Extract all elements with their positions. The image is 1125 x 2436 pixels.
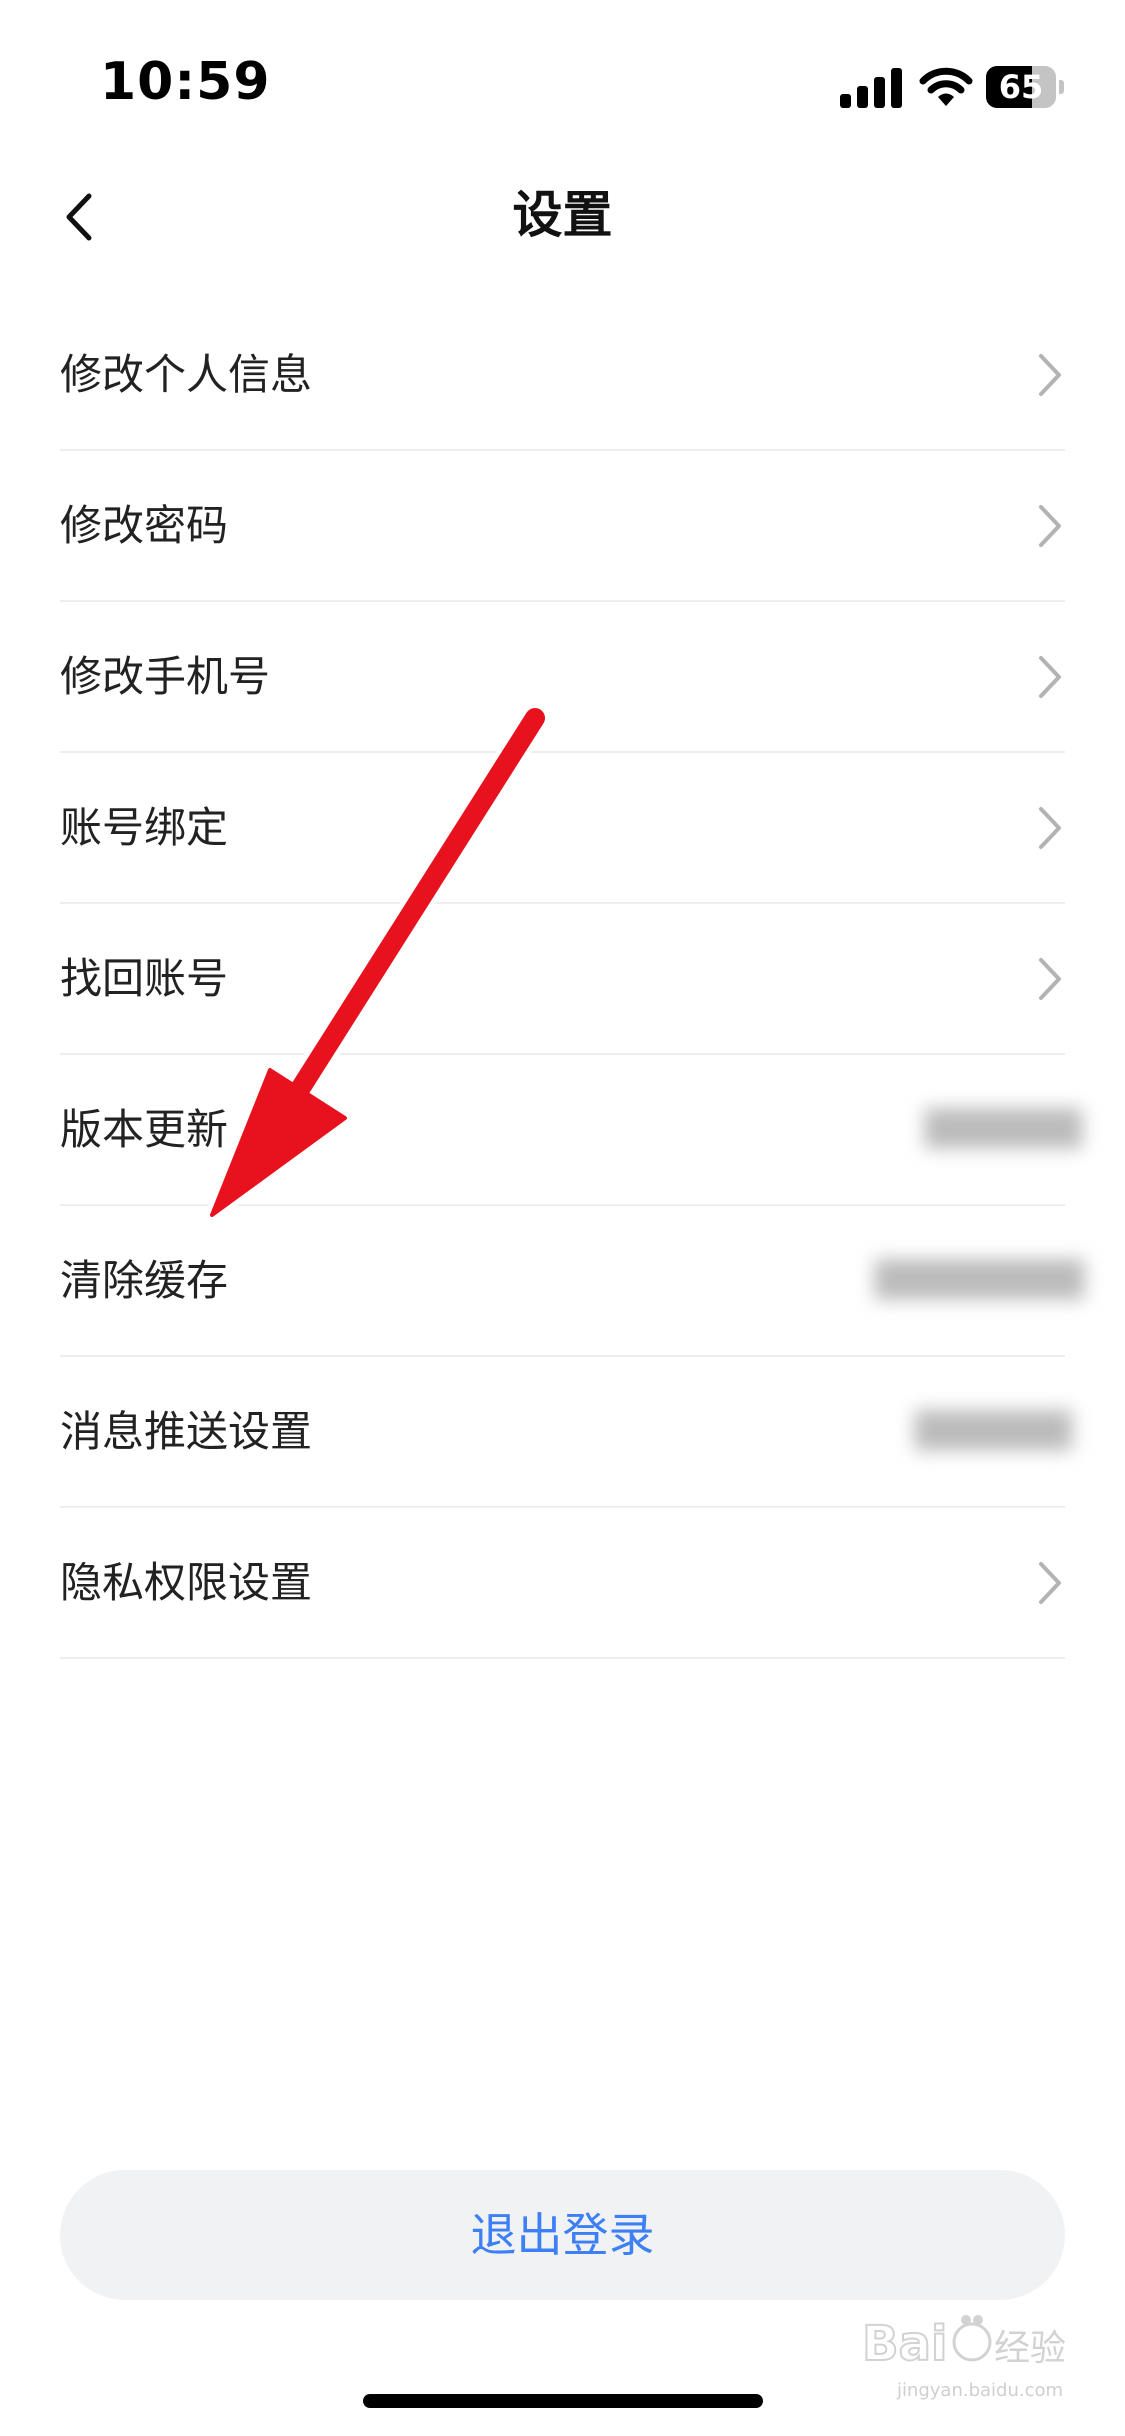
logout-button[interactable]: 退出登录 xyxy=(60,2170,1065,2300)
svg-text:Bai: Bai xyxy=(862,2316,947,2372)
chevron-right-icon xyxy=(1039,354,1061,396)
watermark-caption: jingyan.baidu.com xyxy=(896,2380,1064,2401)
settings-item-recover-account[interactable]: 找回账号 xyxy=(60,904,1065,1055)
settings-item-label: 消息推送设置 xyxy=(60,1407,313,1456)
settings-item-label: 修改手机号 xyxy=(60,652,271,701)
baidu-logo-icon: Bai 经验 xyxy=(861,2315,1066,2373)
settings-item-change-password[interactable]: 修改密码 xyxy=(60,451,1065,602)
status-bar: 10:59 65 xyxy=(0,0,1125,150)
blurred-value: ████████ xyxy=(875,1260,1085,1300)
settings-item-label: 修改个人信息 xyxy=(60,350,313,399)
settings-item-label: 找回账号 xyxy=(60,954,229,1003)
chevron-right-icon xyxy=(1039,1562,1061,1604)
battery-percent: 65 xyxy=(998,68,1044,106)
settings-item-label: 修改密码 xyxy=(60,501,229,550)
nav-header: 设置 xyxy=(0,160,1125,270)
status-time: 10:59 xyxy=(100,52,271,112)
settings-item-push-notifications[interactable]: 消息推送设置 ██████ xyxy=(60,1357,1072,1508)
wifi-icon xyxy=(918,62,974,108)
chevron-right-icon xyxy=(1039,505,1061,547)
settings-item-version-update[interactable]: 版本更新 ██████ xyxy=(60,1055,1082,1206)
settings-item-edit-profile[interactable]: 修改个人信息 xyxy=(60,300,1065,451)
settings-item-label: 账号绑定 xyxy=(60,803,229,852)
blurred-value: ██████ xyxy=(925,1109,1082,1149)
blurred-value: ██████ xyxy=(915,1411,1072,1451)
baidu-jingyan-watermark: Bai 经验 jingyan.baidu.com xyxy=(860,2300,1100,2410)
settings-item-label: 版本更新 xyxy=(60,1105,229,1154)
chevron-left-icon xyxy=(66,193,92,241)
settings-list: 修改个人信息 修改密码 修改手机号 账号绑定 找回账号 版本更新 ██████ … xyxy=(60,300,1085,1659)
back-button[interactable] xyxy=(45,170,125,260)
svg-text:经验: 经验 xyxy=(994,2328,1066,2369)
home-indicator xyxy=(363,2394,763,2408)
settings-item-account-binding[interactable]: 账号绑定 xyxy=(60,753,1065,904)
settings-item-clear-cache[interactable]: 清除缓存 ████████ xyxy=(60,1206,1085,1357)
settings-item-label: 隐私权限设置 xyxy=(60,1558,313,1607)
chevron-right-icon xyxy=(1039,958,1061,1000)
settings-item-label: 清除缓存 xyxy=(60,1256,229,1305)
page-title: 设置 xyxy=(512,186,613,244)
cellular-signal-icon xyxy=(840,68,902,108)
settings-item-privacy-permissions[interactable]: 隐私权限设置 xyxy=(60,1508,1065,1659)
chevron-right-icon xyxy=(1039,807,1061,849)
settings-item-change-phone[interactable]: 修改手机号 xyxy=(60,602,1065,753)
chevron-right-icon xyxy=(1039,656,1061,698)
battery-icon: 65 xyxy=(986,66,1064,108)
